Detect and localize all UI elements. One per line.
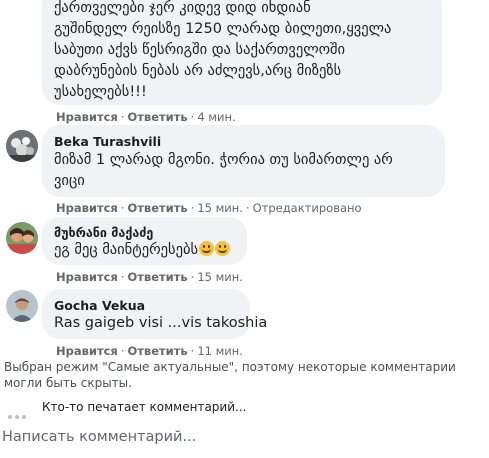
comment-text-content: ეგ მეც მაინტერესებს — [54, 242, 199, 258]
comment-author[interactable]: მუხრანი მაქაძე — [54, 225, 153, 240]
comment-text-line: უსახელებს!!! — [54, 84, 147, 100]
comment-bubble: Beka Turashvili მიზამ 1 ლარად მგონი. ჭორ… — [42, 125, 445, 197]
typing-indicator-icon — [8, 404, 29, 423]
edited-label[interactable]: Отредактировано — [253, 201, 362, 215]
comment-time[interactable]: 15 мин. — [197, 201, 243, 215]
filter-notice: Выбран режим "Самые актуальные", поэтому… — [4, 360, 456, 390]
comment-text-line: დაბრუნების ნებას არ აძლევს,არც მიზეზს — [54, 63, 342, 79]
comment-time[interactable]: 11 мин. — [197, 344, 243, 358]
reply-button[interactable]: Ответить — [127, 344, 187, 358]
reply-button[interactable]: Ответить — [127, 270, 187, 284]
comment-text: Ras gaigeb visi ...vis takoshia — [54, 315, 268, 331]
avatar[interactable] — [6, 290, 38, 322]
avatar[interactable] — [6, 222, 38, 254]
like-button[interactable]: Нравится — [56, 110, 118, 124]
like-button[interactable]: Нравится — [56, 344, 118, 358]
like-button[interactable]: Нравится — [56, 201, 118, 215]
comment-actions: Нравится · Ответить · 15 мин. · Отредактирован… — [56, 201, 362, 215]
comment-text-line: ქართველები ჯერ კიდევ დიდ იხდიან — [54, 0, 311, 16]
comment-actions: Нравится · Ответить · 11 мин. — [56, 344, 243, 358]
comment-author[interactable]: Beka Turashvili — [54, 134, 161, 149]
comment-time[interactable]: 4 мин. — [197, 110, 235, 124]
comment-bubble: მუხრანი მაქაძე ეგ მეც მაინტერესებს — [42, 217, 247, 265]
comment-text-line: მიზამ 1 ლარად მგონი. ჭორია თუ სიმართლე ა… — [54, 152, 393, 168]
comment-text-line: საბუთი აქვს წესრიგში და საქართველოში — [54, 42, 346, 58]
comment-input[interactable]: Написать комментарий... — [2, 429, 196, 445]
comment-text-line: ვიცი — [54, 173, 85, 189]
comment-author[interactable]: Gocha Vekua — [54, 298, 145, 313]
comment-text: ეგ მეც მაინტერესებს — [54, 240, 231, 261]
typing-indicator-text: Кто-то печатает комментарий... — [42, 400, 247, 414]
avatar[interactable] — [6, 130, 38, 162]
comment-bubble: ქართველები ჯერ კიდევ დიდ იხდიან გუშინდელ… — [42, 0, 442, 105]
smiling-face-icon — [199, 241, 215, 256]
comment-actions: Нравится · Ответить · 4 мин. — [56, 110, 236, 124]
comment-bubble: Gocha Vekua Ras gaigeb visi ...vis takos… — [42, 289, 267, 339]
reply-button[interactable]: Ответить — [127, 110, 187, 124]
comment-time[interactable]: 15 мин. — [197, 270, 243, 284]
like-button[interactable]: Нравится — [56, 270, 118, 284]
reply-button[interactable]: Ответить — [127, 201, 187, 215]
smiling-face-icon — [215, 241, 231, 256]
comment-actions: Нравится · Ответить · 15 мин. — [56, 270, 243, 284]
comment-text-line: გუშინდელ რეისზე 1250 ლარად ბილეთი,ყველა — [54, 21, 392, 37]
